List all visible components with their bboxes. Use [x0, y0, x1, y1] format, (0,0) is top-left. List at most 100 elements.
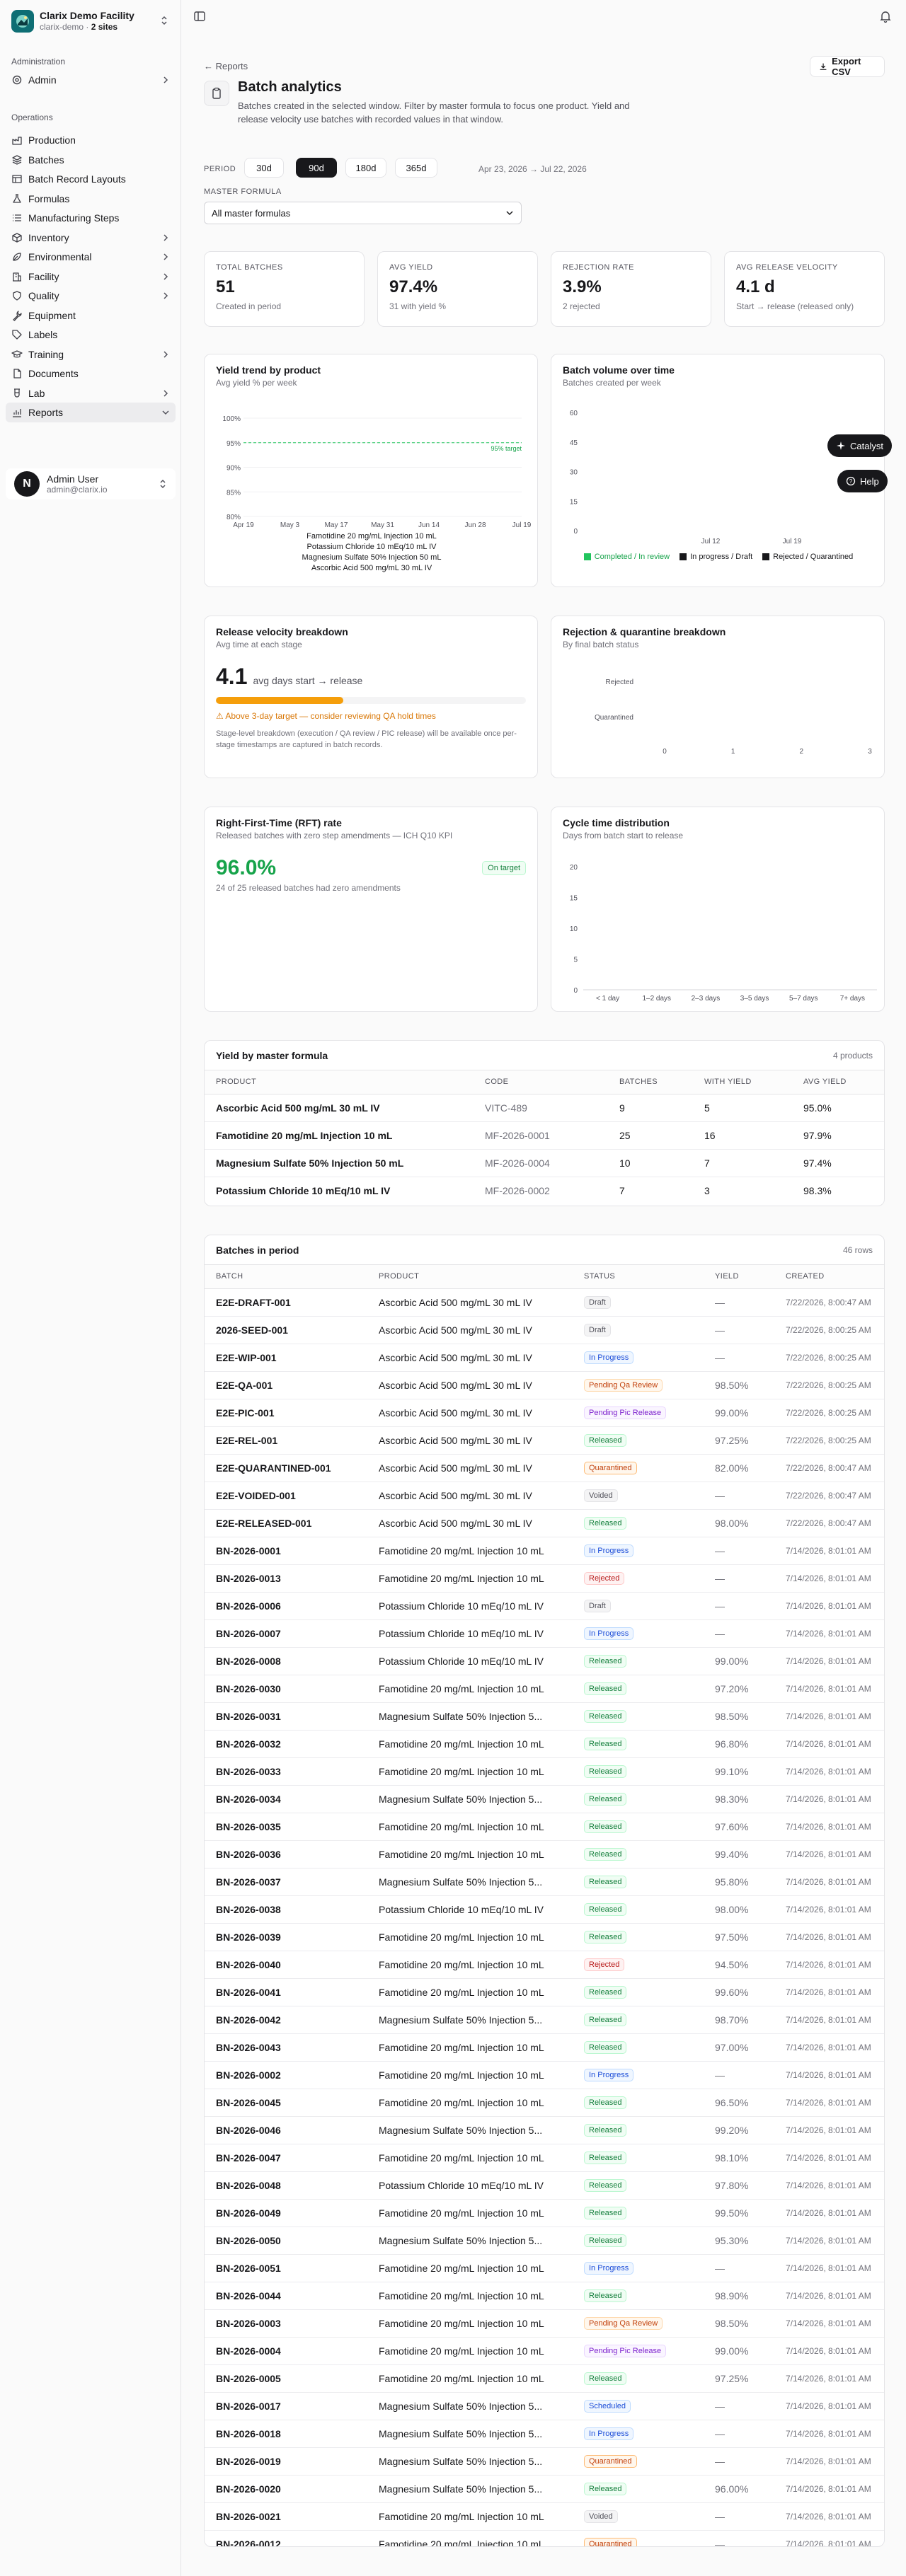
sidebar-item-inventory[interactable]: Inventory [6, 228, 176, 248]
table-row[interactable]: BN-2026-0049 Famotidine 20 mg/mL Injectio… [205, 2199, 884, 2227]
batch-cell[interactable]: BN-2026-0032 [205, 1730, 367, 1758]
column-header[interactable]: Code [474, 1070, 608, 1094]
table-row[interactable]: Famotidine 20 mg/mL Injection 10 mL MF-20… [205, 1121, 884, 1150]
batch-cell[interactable]: BN-2026-0044 [205, 2282, 367, 2310]
table-row[interactable]: BN-2026-0035 Famotidine 20 mg/mL Injectio… [205, 1813, 884, 1841]
batch-cell[interactable]: E2E-RELEASED-001 [205, 1509, 367, 1537]
batch-cell[interactable]: E2E-QA-001 [205, 1371, 367, 1399]
table-row[interactable]: BN-2026-0006 Potassium Chloride 10 mEq/10… [205, 1592, 884, 1620]
column-header[interactable]: Created [774, 1265, 884, 1289]
batch-cell[interactable]: 2026-SEED-001 [205, 1316, 367, 1344]
table-row[interactable]: Ascorbic Acid 500 mg/mL 30 mL IV VITC-489… [205, 1094, 884, 1122]
sidebar-item-training[interactable]: Training [6, 345, 176, 364]
catalyst-button[interactable]: Catalyst [827, 434, 892, 457]
org-switcher[interactable]: Clarix Demo Facility clarix-demo · 2 sit… [8, 6, 171, 37]
table-row[interactable]: BN-2026-0007 Potassium Chloride 10 mEq/10… [205, 1619, 884, 1648]
table-row[interactable]: BN-2026-0030 Famotidine 20 mg/mL Injectio… [205, 1675, 884, 1703]
batch-cell[interactable]: E2E-QUARANTINED-001 [205, 1454, 367, 1482]
batch-cell[interactable]: BN-2026-0040 [205, 1951, 367, 1979]
batch-cell[interactable]: BN-2026-0047 [205, 2144, 367, 2172]
batch-cell[interactable]: BN-2026-0036 [205, 1840, 367, 1869]
table-row[interactable]: E2E-QUARANTINED-001 Ascorbic Acid 500 mg/… [205, 1454, 884, 1482]
batch-cell[interactable]: BN-2026-0033 [205, 1757, 367, 1786]
period-option-90d[interactable]: 90d [296, 158, 337, 178]
table-row[interactable]: BN-2026-0045 Famotidine 20 mg/mL Injectio… [205, 2089, 884, 2117]
batch-cell[interactable]: BN-2026-0043 [205, 2033, 367, 2062]
batch-cell[interactable]: BN-2026-0006 [205, 1592, 367, 1620]
batch-cell[interactable]: BN-2026-0030 [205, 1675, 367, 1703]
batch-cell[interactable]: BN-2026-0034 [205, 1785, 367, 1813]
table-row[interactable]: BN-2026-0040 Famotidine 20 mg/mL Injectio… [205, 1951, 884, 1979]
sidebar-item-documents[interactable]: Documents [6, 364, 176, 383]
table-row[interactable]: BN-2026-0004 Famotidine 20 mg/mL Injectio… [205, 2337, 884, 2365]
batch-cell[interactable]: E2E-REL-001 [205, 1426, 367, 1455]
batch-cell[interactable]: BN-2026-0018 [205, 2420, 367, 2448]
master-formula-select[interactable]: All master formulas [204, 202, 522, 224]
table-row[interactable]: BN-2026-0051 Famotidine 20 mg/mL Injectio… [205, 2254, 884, 2282]
table-row[interactable]: BN-2026-0020 Magnesium Sulfate 50% Inject… [205, 2475, 884, 2503]
column-header[interactable]: Product [205, 1070, 474, 1094]
batch-cell[interactable]: BN-2026-0046 [205, 2116, 367, 2144]
batch-cell[interactable]: BN-2026-0050 [205, 2226, 367, 2255]
table-row[interactable]: E2E-REL-001 Ascorbic Acid 500 mg/mL 30 mL… [205, 1426, 884, 1455]
sidebar-item-formulas[interactable]: Formulas [6, 189, 176, 209]
table-row[interactable]: BN-2026-0039 Famotidine 20 mg/mL Injectio… [205, 1923, 884, 1951]
table-row[interactable]: BN-2026-0021 Famotidine 20 mg/mL Injectio… [205, 2502, 884, 2531]
period-option-180d[interactable]: 180d [345, 158, 386, 178]
batch-cell[interactable]: BN-2026-0038 [205, 1895, 367, 1924]
batch-cell[interactable]: E2E-DRAFT-001 [205, 1288, 367, 1317]
table-row[interactable]: BN-2026-0033 Famotidine 20 mg/mL Injectio… [205, 1757, 884, 1786]
column-header[interactable]: Status [573, 1265, 704, 1289]
table-row[interactable]: E2E-QA-001 Ascorbic Acid 500 mg/mL 30 mL … [205, 1371, 884, 1399]
period-option-365d[interactable]: 365d [395, 158, 437, 178]
help-button[interactable]: ? Help [837, 470, 888, 492]
batch-cell[interactable]: BN-2026-0031 [205, 1702, 367, 1731]
column-header[interactable]: Product [367, 1265, 573, 1289]
column-header[interactable]: With yield [693, 1070, 792, 1094]
period-option-30d[interactable]: 30d [244, 158, 284, 178]
table-row[interactable]: BN-2026-0008 Potassium Chloride 10 mEq/10… [205, 1647, 884, 1675]
table-row[interactable]: BN-2026-0019 Magnesium Sulfate 50% Inject… [205, 2447, 884, 2476]
sidebar-item-batches[interactable]: Batches [6, 150, 176, 170]
bell-icon[interactable] [879, 10, 893, 24]
table-row[interactable]: BN-2026-0048 Potassium Chloride 10 mEq/10… [205, 2171, 884, 2200]
batch-cell[interactable]: BN-2026-0035 [205, 1813, 367, 1841]
batch-cell[interactable]: BN-2026-0051 [205, 2254, 367, 2282]
column-header[interactable]: Yield [704, 1265, 774, 1289]
sidebar-item-reports[interactable]: Reports [6, 403, 176, 422]
table-row[interactable]: BN-2026-0047 Famotidine 20 mg/mL Injectio… [205, 2144, 884, 2172]
batch-cell[interactable]: BN-2026-0008 [205, 1647, 367, 1675]
table-row[interactable]: E2E-WIP-001 Ascorbic Acid 500 mg/mL 30 mL… [205, 1344, 884, 1372]
table-row[interactable]: BN-2026-0034 Magnesium Sulfate 50% Inject… [205, 1785, 884, 1813]
batch-cell[interactable]: BN-2026-0045 [205, 2089, 367, 2117]
export-csv-button[interactable]: Export CSV [810, 56, 885, 77]
back-link[interactable]: ← Reports [204, 61, 248, 71]
batch-cell[interactable]: BN-2026-0005 [205, 2364, 367, 2393]
sidebar-item-admin[interactable]: Admin [6, 70, 176, 90]
batch-cell[interactable]: BN-2026-0017 [205, 2392, 367, 2420]
batch-cell[interactable]: E2E-VOIDED-001 [205, 1482, 367, 1510]
table-row[interactable]: Magnesium Sulfate 50% Injection 50 mL MF-… [205, 1149, 884, 1177]
sidebar-item-production[interactable]: Production [6, 130, 176, 150]
batch-cell[interactable]: E2E-PIC-001 [205, 1399, 367, 1427]
table-row[interactable]: BN-2026-0037 Magnesium Sulfate 50% Inject… [205, 1868, 884, 1896]
sidebar-item-equipment[interactable]: Equipment [6, 306, 176, 325]
table-row[interactable]: BN-2026-0003 Famotidine 20 mg/mL Injectio… [205, 2309, 884, 2338]
table-row[interactable]: BN-2026-0002 Famotidine 20 mg/mL Injectio… [205, 2061, 884, 2089]
batch-cell[interactable]: BN-2026-0042 [205, 2006, 367, 2034]
batch-cell[interactable]: BN-2026-0041 [205, 1978, 367, 2006]
table-row[interactable]: BN-2026-0012 Famotidine 20 mg/mL Injectio… [205, 2530, 884, 2546]
table-row[interactable]: E2E-DRAFT-001 Ascorbic Acid 500 mg/mL 30 … [205, 1288, 884, 1317]
batch-cell[interactable]: BN-2026-0013 [205, 1564, 367, 1593]
table-row[interactable]: BN-2026-0038 Potassium Chloride 10 mEq/10… [205, 1895, 884, 1924]
batch-cell[interactable]: BN-2026-0004 [205, 2337, 367, 2365]
table-row[interactable]: BN-2026-0044 Famotidine 20 mg/mL Injectio… [205, 2282, 884, 2310]
table-row[interactable]: Potassium Chloride 10 mEq/10 mL IV MF-202… [205, 1177, 884, 1204]
sidebar-item-lab[interactable]: Lab [6, 383, 176, 403]
batch-cell[interactable]: BN-2026-0001 [205, 1537, 367, 1565]
batch-cell[interactable]: BN-2026-0012 [205, 2530, 367, 2546]
table-row[interactable]: BN-2026-0031 Magnesium Sulfate 50% Inject… [205, 1702, 884, 1731]
sidebar-item-batch-record-layouts[interactable]: Batch Record Layouts [6, 169, 176, 189]
batch-cell[interactable]: BN-2026-0037 [205, 1868, 367, 1896]
table-row[interactable]: BN-2026-0013 Famotidine 20 mg/mL Injectio… [205, 1564, 884, 1593]
